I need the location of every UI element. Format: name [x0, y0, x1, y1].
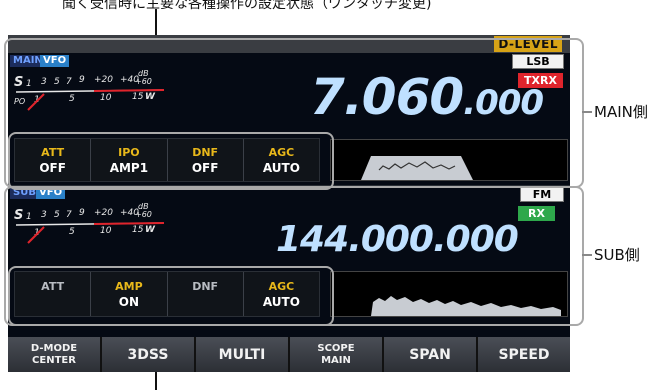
main-section-callout	[4, 38, 584, 188]
main-side-connector	[582, 111, 592, 113]
softkey-speed[interactable]: SPEED	[478, 337, 570, 372]
softkey-dmode-center[interactable]: D-MODE CENTER	[8, 337, 102, 372]
sub-section-callout	[4, 186, 584, 326]
softkey-row: D-MODE CENTER 3DSS MULTI SCOPE MAIN SPAN…	[8, 337, 570, 372]
sub-side-label: SUB側	[594, 246, 640, 264]
main-side-label: MAIN側	[594, 103, 648, 121]
sub-side-connector	[582, 254, 592, 256]
softkey-3dss[interactable]: 3DSS	[102, 337, 196, 372]
top-annotation: 聞く受信時に主要な各種操作の設定状態（ワンタッチ変更)	[62, 0, 432, 12]
softkey-scope-main[interactable]: SCOPE MAIN	[290, 337, 384, 372]
softkey-multi[interactable]: MULTI	[196, 337, 290, 372]
softkey-span[interactable]: SPAN	[384, 337, 478, 372]
